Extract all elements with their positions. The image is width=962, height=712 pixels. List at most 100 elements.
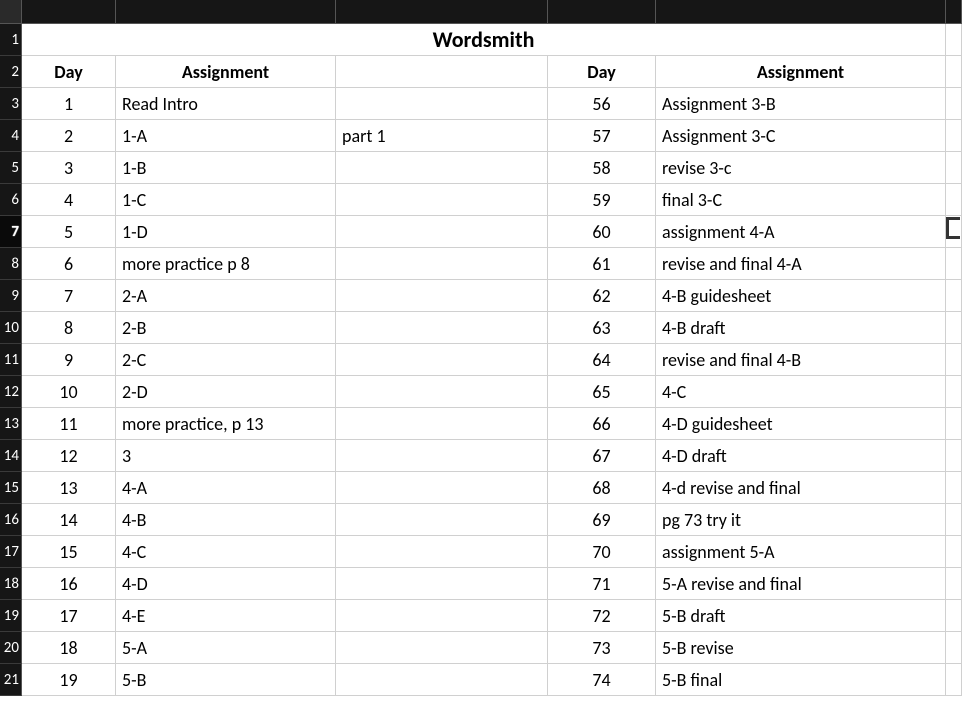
row-number[interactable]: 9 [0, 280, 22, 312]
row-number[interactable]: 15 [0, 472, 22, 504]
cell-note[interactable] [336, 248, 548, 280]
cell-assignment-left[interactable]: 1-C [116, 184, 336, 216]
cell-day-right[interactable]: 56 [548, 88, 656, 120]
cell-day-left[interactable]: 11 [22, 408, 116, 440]
cell-assignment-right[interactable]: assignment 4-A [656, 216, 946, 248]
cell-assignment-left[interactable]: 1-D [116, 216, 336, 248]
row-number[interactable]: 20 [0, 632, 22, 664]
row-number[interactable]: 8 [0, 248, 22, 280]
cell-day-left[interactable]: 16 [22, 568, 116, 600]
cell-assignment-left[interactable]: 5-B [116, 664, 336, 696]
cell-note[interactable] [336, 344, 548, 376]
cell-day-right[interactable]: 61 [548, 248, 656, 280]
cell-assignment-left[interactable]: 2-B [116, 312, 336, 344]
cell-note[interactable] [336, 440, 548, 472]
cell-day-left[interactable]: 3 [22, 152, 116, 184]
cell-note[interactable] [336, 88, 548, 120]
cell-assignment-left[interactable]: 4-B [116, 504, 336, 536]
cell-note[interactable] [336, 280, 548, 312]
cell-day-left[interactable]: 15 [22, 536, 116, 568]
cell-note[interactable] [336, 152, 548, 184]
cell-assignment-left[interactable]: 4-A [116, 472, 336, 504]
cell[interactable] [946, 120, 962, 152]
row-number[interactable]: 1 [0, 24, 22, 56]
cell-assignment-left[interactable]: 1-A [116, 120, 336, 152]
row-number[interactable]: 7 [0, 216, 22, 248]
cell-assignment-right[interactable]: 5-B draft [656, 600, 946, 632]
cell-assignment-right[interactable]: Assignment 3-B [656, 88, 946, 120]
cell-blank[interactable] [336, 56, 548, 88]
row-number[interactable]: 10 [0, 312, 22, 344]
cell-note[interactable] [336, 312, 548, 344]
col-header-b[interactable] [116, 0, 336, 24]
row-number[interactable]: 12 [0, 376, 22, 408]
cell-assignment-left[interactable]: 1-B [116, 152, 336, 184]
cell-day-right[interactable]: 59 [548, 184, 656, 216]
cell-day-right[interactable]: 67 [548, 440, 656, 472]
col-header-f[interactable] [946, 0, 962, 24]
cell[interactable] [946, 184, 962, 216]
cell-assignment-left[interactable]: 5-A [116, 632, 336, 664]
cell-day-right[interactable]: 64 [548, 344, 656, 376]
cell-assignment-right[interactable]: final 3-C [656, 184, 946, 216]
cell-note[interactable] [336, 504, 548, 536]
cell-assignment-left[interactable]: 4-C [116, 536, 336, 568]
cell-assignment-right[interactable]: 4-B draft [656, 312, 946, 344]
cell-day-right[interactable]: 65 [548, 376, 656, 408]
cell-day-right[interactable]: 57 [548, 120, 656, 152]
cell-assignment-right[interactable]: 4-D draft [656, 440, 946, 472]
cell[interactable] [946, 440, 962, 472]
cell-note[interactable] [336, 376, 548, 408]
cell-assignment-right[interactable]: 5-B final [656, 664, 946, 696]
cell-note[interactable]: part 1 [336, 120, 548, 152]
cell[interactable] [946, 632, 962, 664]
cell[interactable] [946, 664, 962, 696]
row-number[interactable]: 19 [0, 600, 22, 632]
header-assignment-right[interactable]: Assignment [656, 56, 946, 88]
cell-day-right[interactable]: 62 [548, 280, 656, 312]
cell-day-left[interactable]: 10 [22, 376, 116, 408]
col-header-e[interactable] [656, 0, 946, 24]
cell[interactable] [946, 24, 962, 56]
cell[interactable] [946, 56, 962, 88]
header-assignment-left[interactable]: Assignment [116, 56, 336, 88]
col-header-c[interactable] [336, 0, 548, 24]
cell[interactable] [946, 248, 962, 280]
cell-assignment-left[interactable]: 4-E [116, 600, 336, 632]
cell-day-left[interactable]: 8 [22, 312, 116, 344]
page-title[interactable]: Wordsmith [22, 24, 946, 56]
cell-assignment-right[interactable]: 4-d revise and final [656, 472, 946, 504]
cell-day-right[interactable]: 63 [548, 312, 656, 344]
cell-assignment-right[interactable]: pg 73 try it [656, 504, 946, 536]
cell-day-right[interactable]: 71 [548, 568, 656, 600]
cell[interactable] [946, 600, 962, 632]
cell-note[interactable] [336, 472, 548, 504]
cell[interactable] [946, 280, 962, 312]
cell-day-right[interactable]: 60 [548, 216, 656, 248]
col-header-d[interactable] [548, 0, 656, 24]
cell-assignment-left[interactable]: 4-D [116, 568, 336, 600]
cell[interactable] [946, 376, 962, 408]
cell-assignment-right[interactable]: 4-D guidesheet [656, 408, 946, 440]
cell-day-left[interactable]: 1 [22, 88, 116, 120]
cell-assignment-left[interactable]: 2-C [116, 344, 336, 376]
cell-note[interactable] [336, 600, 548, 632]
cell-day-left[interactable]: 5 [22, 216, 116, 248]
cell-note[interactable] [336, 664, 548, 696]
row-number[interactable]: 2 [0, 56, 22, 88]
cell-assignment-right[interactable]: Assignment 3-C [656, 120, 946, 152]
cell-assignment-right[interactable]: revise 3-c [656, 152, 946, 184]
row-number[interactable]: 17 [0, 536, 22, 568]
cell-assignment-right[interactable]: 4-C [656, 376, 946, 408]
cell-day-left[interactable]: 4 [22, 184, 116, 216]
cell-day-left[interactable]: 13 [22, 472, 116, 504]
cell-assignment-right[interactable]: 5-B revise [656, 632, 946, 664]
cell[interactable] [946, 472, 962, 504]
row-number[interactable]: 5 [0, 152, 22, 184]
cell[interactable] [946, 536, 962, 568]
row-number[interactable]: 3 [0, 88, 22, 120]
cell[interactable] [946, 152, 962, 184]
cell-assignment-left[interactable]: 3 [116, 440, 336, 472]
cell-day-right[interactable]: 68 [548, 472, 656, 504]
cell-day-left[interactable]: 19 [22, 664, 116, 696]
